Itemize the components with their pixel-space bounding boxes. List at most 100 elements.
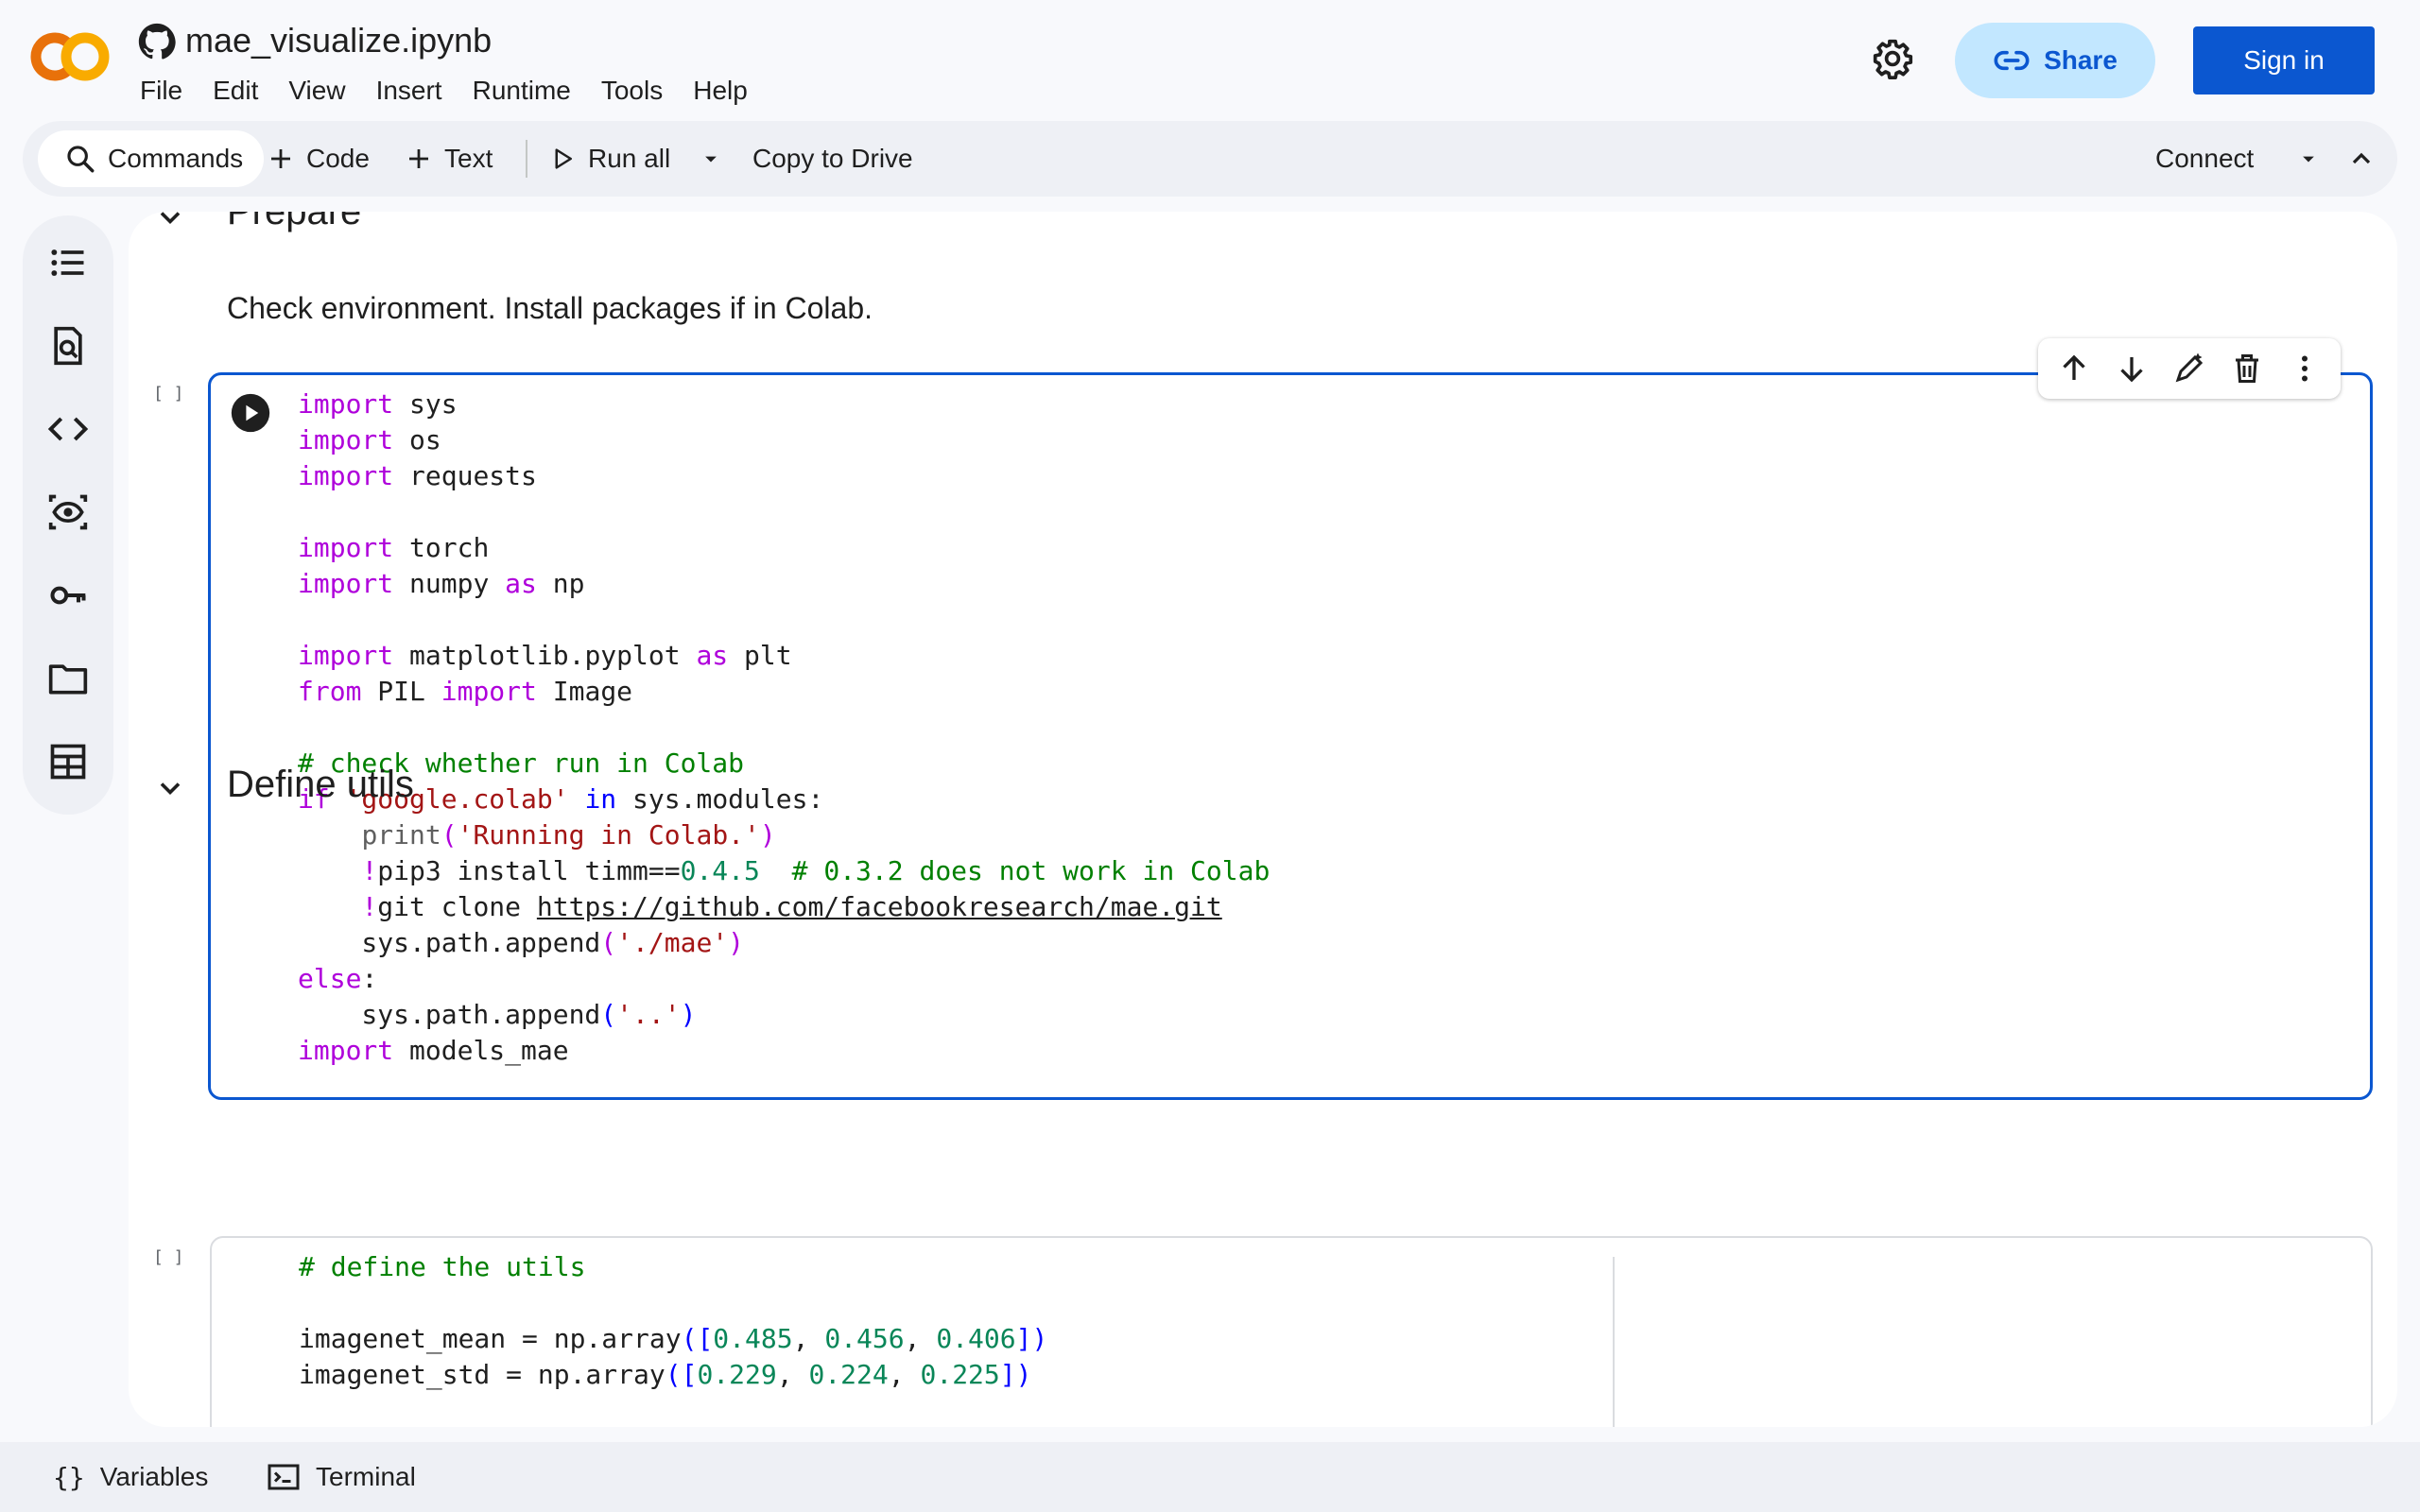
chevron-up-icon[interactable] xyxy=(2346,144,2377,174)
code-token: ] xyxy=(999,1359,1016,1390)
copy-to-drive-button[interactable]: Copy to Drive xyxy=(752,121,913,197)
add-code-button[interactable]: Code xyxy=(267,121,370,197)
code-string: 'Running in Colab.' xyxy=(457,819,760,850)
menu-edit[interactable]: Edit xyxy=(213,76,258,106)
eye-icon[interactable] xyxy=(47,491,89,533)
code-token: import xyxy=(441,676,537,707)
menu-tools[interactable]: Tools xyxy=(601,76,663,106)
chevron-down-icon[interactable] xyxy=(153,771,187,805)
add-text-button[interactable]: Text xyxy=(405,121,493,197)
code-token: sys.path.append xyxy=(298,927,601,958)
cell-toolbar xyxy=(2038,338,2341,399)
menu-insert[interactable]: Insert xyxy=(376,76,442,106)
github-icon[interactable] xyxy=(138,23,176,60)
code-token: ! xyxy=(361,855,378,886)
code-token: ! xyxy=(361,891,378,922)
code-editor[interactable]: # define the utils imagenet_mean = np.ar… xyxy=(299,1249,1047,1393)
commands-button[interactable]: Commands xyxy=(38,130,265,187)
connect-button[interactable]: Connect xyxy=(2155,121,2254,197)
more-icon[interactable] xyxy=(2288,352,2322,386)
code-icon[interactable] xyxy=(47,408,89,450)
code-token: plt xyxy=(728,640,792,671)
side-rail xyxy=(23,215,113,815)
menubar: File Edit View Insert Runtime Tools Help xyxy=(140,76,778,106)
gear-icon[interactable] xyxy=(1872,38,1913,79)
find-icon[interactable] xyxy=(47,325,89,367)
markdown-text: Check environment. Install packages if i… xyxy=(227,291,873,325)
code-token: print xyxy=(361,819,441,850)
code-token: , xyxy=(888,1359,921,1390)
plus-icon xyxy=(409,149,428,168)
execution-count: [ ] xyxy=(153,384,184,404)
code-token: import xyxy=(298,640,394,671)
execution-count: [ ] xyxy=(153,1247,184,1267)
code-token: in xyxy=(584,783,617,815)
plus-icon xyxy=(271,149,290,168)
notebook-title[interactable]: mae_visualize.ipynb xyxy=(185,21,492,60)
code-token: ( xyxy=(681,1323,698,1354)
code-token: [ xyxy=(681,1359,698,1390)
trash-icon[interactable] xyxy=(2230,352,2264,386)
code-token: ) xyxy=(1015,1359,1032,1390)
code-number: 0.225 xyxy=(920,1359,1000,1390)
variables-button[interactable]: {} Variables xyxy=(53,1442,208,1512)
code-number: 0.456 xyxy=(824,1323,905,1354)
section-heading-define-utils: Define utils xyxy=(227,764,414,805)
code-cell-selected[interactable]: import sys import os import requests imp… xyxy=(208,372,2373,1100)
chevron-down-icon[interactable] xyxy=(153,212,187,234)
terminal-button[interactable]: Terminal xyxy=(267,1442,416,1512)
arrow-up-icon[interactable] xyxy=(2057,352,2091,386)
code-token: ) xyxy=(1031,1323,1048,1354)
colab-logo[interactable] xyxy=(30,28,110,85)
code-token: ( xyxy=(665,1359,682,1390)
arrow-down-icon[interactable] xyxy=(2115,352,2149,386)
code-token: else xyxy=(298,963,362,994)
code-token: import xyxy=(298,424,394,455)
menu-help[interactable]: Help xyxy=(693,76,748,106)
code-token: models_mae xyxy=(393,1035,569,1066)
edit-icon[interactable] xyxy=(2172,352,2206,386)
section-heading-prepare: Prepare xyxy=(227,212,362,232)
code-token: , xyxy=(776,1359,809,1390)
terminal-label: Terminal xyxy=(316,1462,416,1491)
folder-icon[interactable] xyxy=(47,658,89,699)
code-token: torch xyxy=(393,532,490,563)
code-token: import xyxy=(298,532,394,563)
text-label: Text xyxy=(444,144,493,173)
table-icon[interactable] xyxy=(47,741,89,782)
run-cell-icon[interactable] xyxy=(230,392,271,434)
code-token: import xyxy=(298,568,394,599)
code-token: import xyxy=(298,388,394,420)
code-token: git clone xyxy=(377,891,537,922)
caret-down-icon[interactable] xyxy=(698,146,724,172)
menu-runtime[interactable]: Runtime xyxy=(473,76,571,106)
code-cell[interactable]: # define the utils imagenet_mean = np.ar… xyxy=(210,1236,2373,1427)
bottom-bar: {} Variables Terminal xyxy=(0,1442,2420,1512)
notebook-toolbar: Commands Code Text Run all Copy to Drive… xyxy=(23,121,2397,197)
caret-down-icon[interactable] xyxy=(2295,146,2322,172)
code-token: np xyxy=(536,568,585,599)
code-number: 0.224 xyxy=(808,1359,889,1390)
share-label: Share xyxy=(2044,45,2118,75)
play-icon xyxy=(555,148,572,169)
code-editor[interactable]: import sys import os import requests imp… xyxy=(298,387,1270,1069)
code-token: numpy xyxy=(393,568,506,599)
sign-in-button[interactable]: Sign in xyxy=(2193,26,2375,94)
share-button[interactable]: Share xyxy=(1955,23,2155,98)
toolbar-divider xyxy=(526,140,527,178)
link-icon xyxy=(1994,50,2030,71)
run-all-label: Run all xyxy=(588,144,671,173)
code-link[interactable]: https://github.com/facebookresearch/mae.… xyxy=(537,891,1222,922)
menu-file[interactable]: File xyxy=(140,76,182,106)
key-icon[interactable] xyxy=(47,575,89,616)
toc-icon[interactable] xyxy=(47,242,89,284)
code-token: [ xyxy=(697,1323,714,1354)
run-all-button[interactable]: Run all xyxy=(548,121,670,197)
code-number: 0.229 xyxy=(697,1359,777,1390)
code-token: import xyxy=(298,460,394,491)
menu-view[interactable]: View xyxy=(288,76,345,106)
